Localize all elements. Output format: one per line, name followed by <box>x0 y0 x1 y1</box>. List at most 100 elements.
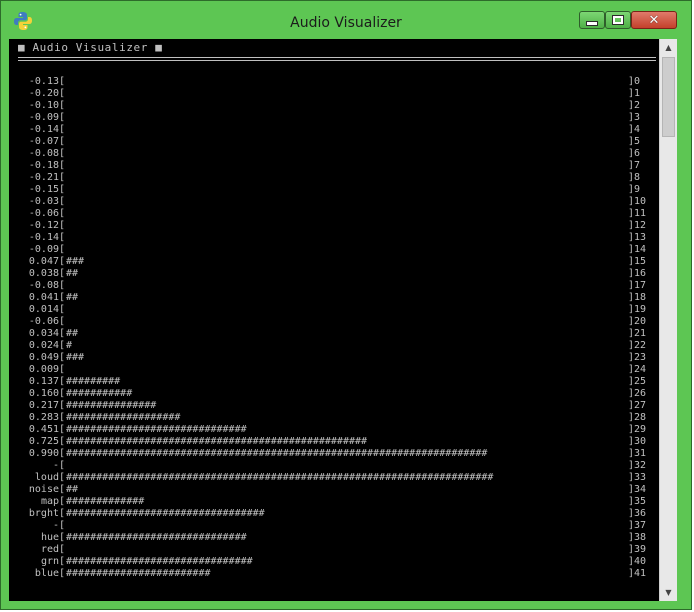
row-index: ]13 <box>628 232 647 243</box>
row-index: ]33 <box>628 472 647 483</box>
bar-open-bracket: [ <box>59 400 66 411</box>
row-index-number: 41 <box>634 568 647 579</box>
row-label: -0.13 <box>28 76 59 87</box>
row-index-number: 28 <box>634 412 647 423</box>
row-index-number: 11 <box>634 208 647 219</box>
bar-open-bracket: [ <box>59 160 66 171</box>
scroll-down-icon[interactable]: ▼ <box>660 584 677 601</box>
row-label: map <box>40 496 59 507</box>
title-bar[interactable]: Audio Visualizer ✕ <box>1 1 691 39</box>
row-label: 0.725 <box>28 436 59 447</box>
row-label: 0.034 <box>28 328 59 339</box>
row-label: -0.14 <box>28 232 59 243</box>
row-bar: ############### <box>66 400 157 411</box>
row-bar: ########### <box>66 388 133 399</box>
console-row: 0.451[##############################]29 <box>18 424 658 436</box>
row-index: ]2 <box>628 100 641 111</box>
bar-open-bracket: [ <box>59 508 66 519</box>
row-label: blue <box>34 568 59 579</box>
row-index: ]20 <box>628 316 647 327</box>
row-index-number: 18 <box>634 292 647 303</box>
row-bar: ############# <box>66 496 145 507</box>
row-index-number: 9 <box>634 184 641 195</box>
row-label: -0.09 <box>28 112 59 123</box>
row-index-number: 13 <box>634 232 647 243</box>
row-index-number: 23 <box>634 352 647 363</box>
bar-open-bracket: [ <box>59 532 66 543</box>
row-index: ]5 <box>628 136 641 147</box>
row-label: grn <box>40 556 59 567</box>
bar-open-bracket: [ <box>59 496 66 507</box>
row-label: noise <box>28 484 59 495</box>
row-index: ]9 <box>628 184 641 195</box>
console-row: 0.034[##]21 <box>18 328 658 340</box>
close-icon: ✕ <box>648 12 660 28</box>
console-rows: -0.13[]0 -0.20[]1 -0.10[]2 -0.09[]3 -0.14[]4… <box>18 76 658 580</box>
bar-open-bracket: [ <box>59 448 66 459</box>
scroll-up-icon[interactable]: ▲ <box>660 39 677 56</box>
row-index: ]19 <box>628 304 647 315</box>
row-label: -0.15 <box>28 184 59 195</box>
bar-open-bracket: [ <box>59 520 66 531</box>
console-row: 0.014[]19 <box>18 304 658 316</box>
bar-open-bracket: [ <box>59 364 66 375</box>
row-index: ]30 <box>628 436 647 447</box>
row-label: 0.009 <box>28 364 59 375</box>
minimize-button[interactable] <box>579 11 605 29</box>
console-row: 0.217[###############]27 <box>18 400 658 412</box>
minimize-icon <box>587 21 597 25</box>
console-row: -0.15[ ]9 <box>18 184 658 196</box>
row-index-number: 10 <box>634 196 647 207</box>
row-index-number: 27 <box>634 400 647 411</box>
row-bar: ############################## <box>66 532 247 543</box>
row-index-number: 15 <box>634 256 647 267</box>
console-row: -0.08[]6 <box>18 148 658 160</box>
row-label: 0.283 <box>28 412 59 423</box>
console-row: -0.10[]2 <box>18 100 658 112</box>
console-row: map[#############]35 <box>18 496 658 508</box>
row-label: 0.451 <box>28 424 59 435</box>
app-window: Audio Visualizer ✕ ■ Audio Visualizer ■ … <box>0 0 692 610</box>
row-index: ]34 <box>628 484 647 495</box>
console-output[interactable]: ■ Audio Visualizer ■ -0.13[]0 -0.20[]1 -0.… <box>9 39 659 601</box>
bar-open-bracket: [ <box>59 556 66 567</box>
bar-open-bracket: [ <box>59 388 66 399</box>
row-label: 0.024 <box>28 340 59 351</box>
row-bar: ########################################… <box>66 472 494 483</box>
console-row: -0.20[]1 <box>18 88 658 100</box>
row-index: ]0 <box>628 76 641 87</box>
row-label: 0.038 <box>28 268 59 279</box>
row-index-number: 36 <box>634 508 647 519</box>
row-index-number: 21 <box>634 328 647 339</box>
row-index-number: 17 <box>634 280 647 291</box>
row-index: ]32 <box>628 460 647 471</box>
row-index-number: 7 <box>634 160 641 171</box>
row-index-number: 35 <box>634 496 647 507</box>
close-button[interactable]: ✕ <box>631 11 677 29</box>
console-row: 0.009[]24 <box>18 364 658 376</box>
row-label: -0.07 <box>28 136 59 147</box>
console-row: red[]39 <box>18 544 658 556</box>
console-row: 0.283[###################]28 <box>18 412 658 424</box>
row-bar: # <box>66 340 73 351</box>
row-index-number: 14 <box>634 244 647 255</box>
bar-open-bracket: [ <box>59 148 66 159</box>
console-row: blue[########################]41 <box>18 568 658 580</box>
maximize-button[interactable] <box>605 11 631 29</box>
bar-open-bracket: [ <box>59 184 66 195</box>
scroll-thumb[interactable] <box>662 57 675 137</box>
row-index: ]15 <box>628 256 647 267</box>
console-row: -0.13[]0 <box>18 76 658 88</box>
row-label: brght <box>28 508 59 519</box>
row-index: ]25 <box>628 376 647 387</box>
bar-open-bracket: [ <box>59 472 66 483</box>
vertical-scrollbar[interactable]: ▲ ▼ <box>659 39 677 601</box>
row-index-number: 25 <box>634 376 647 387</box>
row-label: -0.09 <box>28 244 59 255</box>
row-label: 0.217 <box>28 400 59 411</box>
console-row: -0.03[]10 <box>18 196 658 208</box>
console-row: -0.12[]12 <box>18 220 658 232</box>
row-label: -0.06 <box>28 208 59 219</box>
console-row: 0.160[###########]26 <box>18 388 658 400</box>
console-row: 0.049[###]23 <box>18 352 658 364</box>
